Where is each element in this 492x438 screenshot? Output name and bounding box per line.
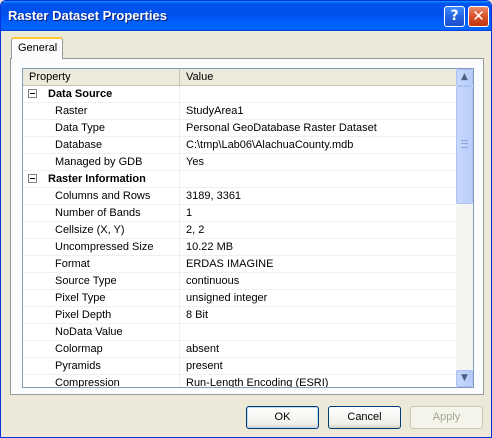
grid-header: Property Value bbox=[23, 69, 456, 86]
property-text: Uncompressed Size bbox=[55, 241, 154, 253]
grid-row[interactable]: Cellsize (X, Y) 2, 2 bbox=[23, 222, 456, 239]
property-value[interactable] bbox=[180, 171, 456, 188]
grid-category-row[interactable]: Data Source bbox=[23, 86, 456, 103]
scroll-down-button[interactable]: ▼ bbox=[456, 370, 473, 387]
property-name: Pixel Depth bbox=[23, 307, 180, 324]
grid-row[interactable]: Columns and Rows 3189, 3361 bbox=[23, 188, 456, 205]
properties-dialog: Raster Dataset Properties ? ✕ General Pr… bbox=[0, 0, 492, 438]
grid-row[interactable]: Format ERDAS IMAGINE bbox=[23, 256, 456, 273]
property-grid: Property Value Data Source Raster StudyAre… bbox=[22, 68, 474, 388]
tab-general-label: General bbox=[18, 42, 58, 54]
property-text: Data Source bbox=[48, 88, 113, 100]
category-label: Raster Information bbox=[23, 171, 180, 188]
grid-row[interactable]: Colormap absent bbox=[23, 341, 456, 358]
scroll-thumb[interactable] bbox=[456, 86, 473, 204]
property-value[interactable]: 10.22 MB bbox=[180, 239, 456, 256]
property-text: Cellsize (X, Y) bbox=[55, 224, 125, 236]
grid-row[interactable]: NoData Value bbox=[23, 324, 456, 341]
property-value[interactable]: 2, 2 bbox=[180, 222, 456, 239]
grid-row[interactable]: Data Type Personal GeoDatabase Raster Dat… bbox=[23, 120, 456, 137]
property-name: Pixel Type bbox=[23, 290, 180, 307]
property-value[interactable]: Run-Length Encoding (ESRI) bbox=[180, 375, 456, 387]
property-text: Database bbox=[55, 139, 103, 151]
property-text: Number of Bands bbox=[55, 207, 141, 219]
property-text: NoData Value bbox=[55, 326, 123, 338]
property-name: Format bbox=[23, 256, 180, 273]
property-value[interactable]: unsigned integer bbox=[180, 290, 456, 307]
grid-row[interactable]: Number of Bands 1 bbox=[23, 205, 456, 222]
scroll-up-button[interactable]: ▲ bbox=[456, 69, 473, 86]
grid-row[interactable]: Uncompressed Size 10.22 MB bbox=[23, 239, 456, 256]
property-value[interactable] bbox=[180, 324, 456, 341]
property-value[interactable]: 3189, 3361 bbox=[180, 188, 456, 205]
property-value[interactable]: 1 bbox=[180, 205, 456, 222]
ok-button[interactable]: OK bbox=[246, 406, 319, 429]
property-name: Raster bbox=[23, 103, 180, 120]
grid-row[interactable]: Pixel Depth 8 Bit bbox=[23, 307, 456, 324]
grid-row[interactable]: Pixel Type unsigned integer bbox=[23, 290, 456, 307]
tab-general[interactable]: General bbox=[11, 37, 63, 59]
grid-row[interactable]: Source Type continuous bbox=[23, 273, 456, 290]
property-text: Pyramids bbox=[55, 360, 101, 372]
property-value[interactable]: Yes bbox=[180, 154, 456, 171]
cancel-button[interactable]: Cancel bbox=[328, 406, 401, 429]
property-text: Format bbox=[55, 258, 90, 270]
title-bar[interactable]: Raster Dataset Properties ? ✕ bbox=[1, 1, 491, 31]
scroll-grip-icon bbox=[461, 140, 468, 148]
general-tab-panel: Property Value Data Source Raster StudyAre… bbox=[10, 58, 484, 395]
window-title: Raster Dataset Properties bbox=[8, 8, 167, 23]
property-text: Managed by GDB bbox=[55, 156, 143, 168]
property-value[interactable]: continuous bbox=[180, 273, 456, 290]
category-label: Data Source bbox=[23, 86, 180, 103]
grid-row[interactable]: Database C:\tmp\Lab06\AlachuaCounty.mdb bbox=[23, 137, 456, 154]
property-rows: Data Source Raster StudyArea1 Data Type Pers… bbox=[23, 86, 456, 388]
property-value[interactable]: absent bbox=[180, 341, 456, 358]
property-value[interactable]: StudyArea1 bbox=[180, 103, 456, 120]
property-name: Data Type bbox=[23, 120, 180, 137]
help-button[interactable]: ? bbox=[444, 6, 465, 27]
column-header-property[interactable]: Property bbox=[23, 69, 180, 86]
grid-row[interactable]: Compression Run-Length Encoding (ESRI) bbox=[23, 375, 456, 388]
property-name: Database bbox=[23, 137, 180, 154]
property-text: Raster Information bbox=[48, 173, 146, 185]
close-button[interactable]: ✕ bbox=[468, 6, 489, 27]
property-name: Source Type bbox=[23, 273, 180, 290]
property-name: Columns and Rows bbox=[23, 188, 180, 205]
property-value[interactable]: 8 Bit bbox=[180, 307, 456, 324]
grid-row[interactable]: Managed by GDB Yes bbox=[23, 154, 456, 171]
property-name: Cellsize (X, Y) bbox=[23, 222, 180, 239]
property-value[interactable]: C:\tmp\Lab06\AlachuaCounty.mdb bbox=[180, 137, 456, 154]
property-name: Managed by GDB bbox=[23, 154, 180, 171]
vertical-scrollbar[interactable]: ▲ ▼ bbox=[456, 69, 473, 387]
property-value[interactable] bbox=[180, 86, 456, 103]
property-value[interactable]: ERDAS IMAGINE bbox=[180, 256, 456, 273]
property-value[interactable]: Personal GeoDatabase Raster Dataset bbox=[180, 120, 456, 137]
property-text: Pixel Depth bbox=[55, 309, 112, 321]
grid-category-row[interactable]: Raster Information bbox=[23, 171, 456, 188]
property-name: NoData Value bbox=[23, 324, 180, 341]
property-text: Pixel Type bbox=[55, 292, 106, 304]
property-text: Columns and Rows bbox=[55, 190, 151, 202]
property-name: Colormap bbox=[23, 341, 180, 358]
property-text: Compression bbox=[55, 377, 120, 388]
property-value[interactable]: present bbox=[180, 358, 456, 375]
property-name: Uncompressed Size bbox=[23, 239, 180, 256]
property-text: Source Type bbox=[55, 275, 117, 287]
property-text: Data Type bbox=[55, 122, 105, 134]
property-text: Raster bbox=[55, 105, 88, 117]
property-name: Pyramids bbox=[23, 358, 180, 375]
property-text: Colormap bbox=[55, 343, 103, 355]
apply-button[interactable]: Apply bbox=[410, 406, 483, 429]
property-name: Number of Bands bbox=[23, 205, 180, 222]
column-header-value[interactable]: Value bbox=[180, 69, 456, 86]
grid-row[interactable]: Raster StudyArea1 bbox=[23, 103, 456, 120]
property-name: Compression bbox=[23, 375, 180, 388]
grid-row[interactable]: Pyramids present bbox=[23, 358, 456, 375]
